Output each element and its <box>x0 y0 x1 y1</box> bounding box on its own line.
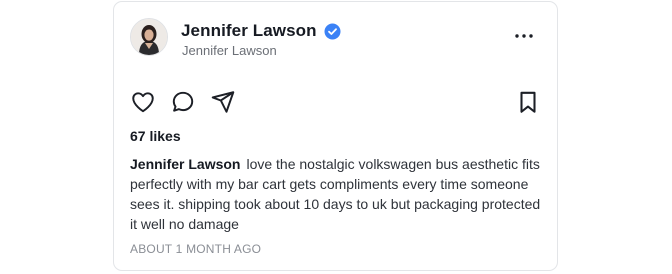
caption-author[interactable]: Jennifer Lawson <box>130 156 240 172</box>
name-row: Jennifer Lawson <box>181 19 341 43</box>
verified-badge-icon <box>324 23 341 40</box>
send-icon[interactable] <box>210 89 236 115</box>
avatar[interactable] <box>130 18 168 56</box>
more-options-icon[interactable] <box>513 28 535 44</box>
post-timestamp: ABOUT 1 MONTH AGO <box>130 242 262 256</box>
comment-icon[interactable] <box>170 89 196 115</box>
display-name[interactable]: Jennifer Lawson <box>181 21 317 41</box>
post-card: Jennifer Lawson Jennifer Lawson 67 likes… <box>113 1 558 271</box>
heart-icon[interactable] <box>130 89 156 115</box>
action-bar <box>130 89 541 115</box>
username-handle[interactable]: Jennifer Lawson <box>182 43 277 58</box>
post-header: Jennifer Lawson Jennifer Lawson <box>130 18 541 60</box>
post-caption: Jennifer Lawson love the nostalgic volksw… <box>130 154 545 234</box>
like-count[interactable]: 67 likes <box>130 128 181 144</box>
bookmark-icon[interactable] <box>515 89 541 115</box>
